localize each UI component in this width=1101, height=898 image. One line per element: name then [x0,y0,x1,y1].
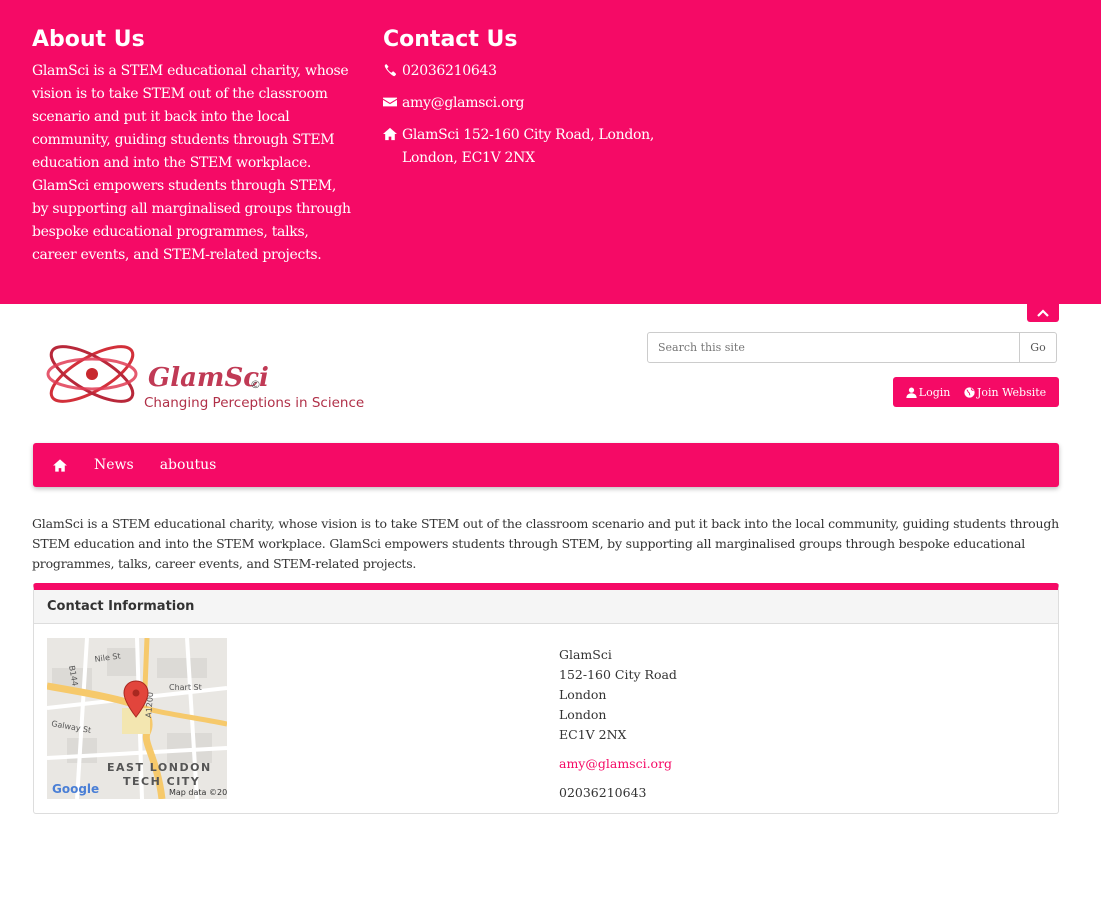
contact-address-text: GlamSci 152-160 City Road, London, Londo… [402,127,655,166]
main-nav: News aboutus [33,443,1059,487]
about-contact-band: About Us GlamSci is a STEM educational c… [0,0,1101,304]
address-block: GlamSci 152-160 City Road London London … [559,645,677,803]
site-search: Go [647,332,1057,363]
panel-heading: Contact Information [34,590,1058,624]
contact-heading: Contact Us [383,27,518,52]
contact-phone: 02036210643 [383,60,713,83]
about-section: About Us GlamSci is a STEM educational c… [32,26,352,267]
back-to-top-button[interactable] [1027,304,1059,322]
map-attribution: Map data ©2021 [169,788,227,797]
contact-information-panel: Contact Information B144 Nile St Chart S… [33,583,1059,814]
join-website-label: Join Website [976,385,1047,399]
logo-tagline: Changing Perceptions in Science [144,395,364,411]
location-map[interactable]: B144 Nile St Chart St A1200 Galway St EA… [47,638,227,799]
home-icon [383,124,399,147]
phone-icon [383,60,399,83]
contact-address: GlamSci 152-160 City Road, London, Londo… [383,124,713,170]
address-line: 152-160 City Road [559,667,677,682]
site-logo[interactable]: GlamSci © Changing Perceptions in Scienc… [44,328,384,420]
chevron-up-icon [1037,309,1049,317]
contact-email[interactable]: amy@glamsci.org [383,92,713,115]
nav-item-news[interactable]: News [81,443,147,487]
contact-email-text[interactable]: amy@glamsci.org [402,92,524,115]
home-icon [53,458,67,472]
address-line: London [559,707,607,722]
search-go-button[interactable]: Go [1020,332,1057,363]
map-label-tech-city: TECH CITY [123,775,200,788]
address-line: GlamSci [559,647,612,662]
intro-text: GlamSci is a STEM educational charity, w… [32,516,1059,571]
address-line: EC1V 2NX [559,727,627,742]
map-label-chart-st: Chart St [169,683,202,692]
map-google-logo: Google [52,782,99,796]
nav-home[interactable] [33,443,81,487]
nav-item-aboutus[interactable]: aboutus [147,443,230,487]
globe-icon [964,386,975,398]
search-input[interactable] [647,332,1020,363]
about-text: GlamSci is a STEM educational charity, w… [32,63,351,263]
contact-phone-number: 02036210643 [559,785,647,800]
atom-logo-icon: GlamSci © Changing Perceptions in Scienc… [46,345,364,411]
map-image: B144 Nile St Chart St A1200 Galway St EA… [47,638,227,799]
auth-bar: Login Join Website [893,377,1059,407]
logo-copyright: © [250,378,261,391]
map-label-east-london: EAST LONDON [107,761,212,774]
address-line: London [559,687,607,702]
contact-phone-text: 02036210643 [402,63,497,79]
join-website-button[interactable]: Join Website [964,386,1046,399]
login-button[interactable]: Login [906,385,951,399]
about-heading: About Us [32,27,145,52]
contact-section: Contact Us 02036210643 amy@glamsci.org G… [383,26,713,179]
user-icon [906,386,917,398]
envelope-icon [383,92,399,115]
login-label: Login [918,385,951,399]
contact-email-link[interactable]: amy@glamsci.org [559,754,677,774]
